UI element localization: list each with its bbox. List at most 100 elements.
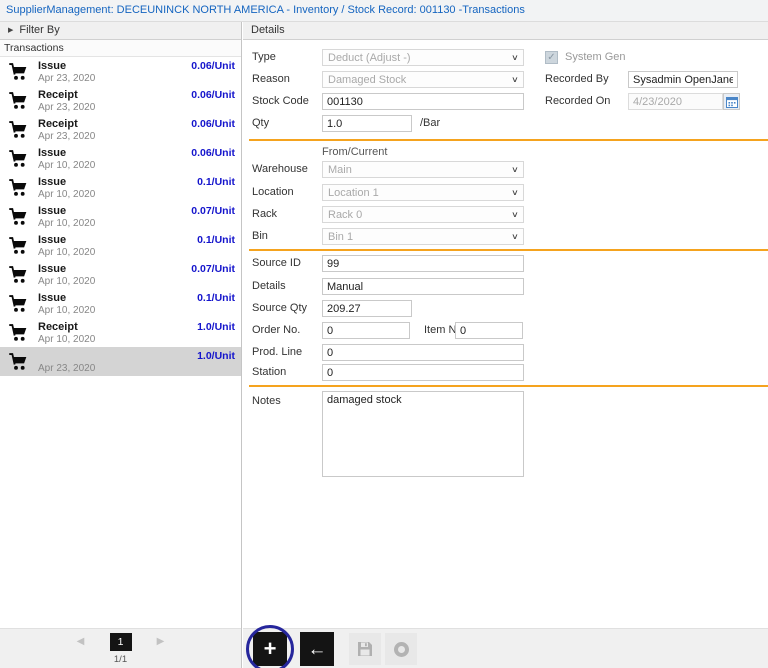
station-input[interactable] xyxy=(322,364,524,381)
recorded-by-input[interactable] xyxy=(628,71,738,88)
list-item[interactable]: Issue Apr 10, 2020 0.1/Unit xyxy=(0,173,241,202)
reason-select[interactable]: Damaged Stock ∨ xyxy=(322,71,524,88)
list-item[interactable]: Issue Apr 10, 2020 0.07/Unit xyxy=(0,202,241,231)
cart-icon xyxy=(6,120,30,140)
transaction-value: 1.0/Unit xyxy=(197,350,235,362)
transaction-type: Issue xyxy=(38,234,67,247)
details-form: Type Deduct (Adjust -) ∨ ✓ System Gen Re… xyxy=(243,40,768,628)
transaction-value: 0.07/Unit xyxy=(191,263,235,275)
transaction-type: Receipt xyxy=(38,118,78,131)
source-id-label: Source ID xyxy=(252,257,301,269)
bin-select[interactable]: Bin 1 ∨ xyxy=(322,228,524,245)
transaction-value: 0.06/Unit xyxy=(191,147,235,159)
list-item[interactable]: Issue Apr 10, 2020 0.06/Unit xyxy=(0,144,241,173)
calendar-button[interactable] xyxy=(723,93,740,110)
type-select[interactable]: Deduct (Adjust -) ∨ xyxy=(322,49,524,66)
details-field-label: Details xyxy=(252,280,286,292)
recorded-on-input[interactable] xyxy=(628,93,723,110)
details-panel: Details Type Deduct (Adjust -) ∨ ✓ Syste… xyxy=(243,22,768,668)
list-item[interactable]: Receipt Apr 10, 2020 1.0/Unit xyxy=(0,318,241,347)
list-item[interactable]: Issue Apr 10, 2020 0.1/Unit xyxy=(0,231,241,260)
next-page-button[interactable]: ▶ xyxy=(148,633,174,651)
station-label: Station xyxy=(252,366,287,378)
cart-icon xyxy=(6,91,30,111)
source-qty-input[interactable] xyxy=(322,300,412,317)
location-select[interactable]: Location 1 ∨ xyxy=(322,184,524,201)
list-item[interactable]: Receipt Apr 23, 2020 0.06/Unit xyxy=(0,86,241,115)
order-no-input[interactable] xyxy=(322,322,410,339)
back-button[interactable]: ← xyxy=(300,632,334,666)
chevron-down-icon: ∨ xyxy=(511,53,519,62)
expand-triangle-icon: ▶ xyxy=(8,27,14,34)
cart-icon xyxy=(6,323,30,343)
list-item[interactable]: Receipt Apr 23, 2020 0.06/Unit xyxy=(0,115,241,144)
transaction-date: Apr 10, 2020 xyxy=(38,305,96,317)
reason-value: Damaged Stock xyxy=(328,73,407,86)
transaction-type: Receipt xyxy=(38,89,78,102)
transaction-value: 1.0/Unit xyxy=(197,321,235,333)
list-item[interactable]: Issue Apr 10, 2020 0.07/Unit xyxy=(0,260,241,289)
details-input[interactable] xyxy=(322,278,524,295)
warehouse-select[interactable]: Main ∨ xyxy=(322,161,524,178)
transaction-date: Apr 10, 2020 xyxy=(38,247,96,259)
location-value: Location 1 xyxy=(328,186,379,199)
transaction-date: Apr 23, 2020 xyxy=(38,102,96,114)
record-button xyxy=(385,633,417,665)
transaction-value: 0.1/Unit xyxy=(197,234,235,246)
notes-label: Notes xyxy=(252,395,281,407)
transaction-type xyxy=(38,351,197,363)
cart-icon xyxy=(6,62,30,82)
system-gen-label: System Gen xyxy=(565,51,626,63)
list-item[interactable]: Issue Apr 10, 2020 0.1/Unit xyxy=(0,289,241,318)
transaction-date: Apr 10, 2020 xyxy=(38,276,96,288)
chevron-down-icon: ∨ xyxy=(511,232,519,241)
section-divider xyxy=(249,139,768,141)
add-button[interactable]: + xyxy=(253,632,287,666)
location-label: Location xyxy=(252,186,294,198)
transaction-date: Apr 10, 2020 xyxy=(38,218,96,230)
save-icon xyxy=(358,642,372,656)
breadcrumb: SupplierManagement: DECEUNINCK NORTH AME… xyxy=(0,0,768,22)
page-info: 1/1 xyxy=(113,653,128,665)
source-id-input[interactable] xyxy=(322,255,524,272)
item-no-input[interactable] xyxy=(455,322,523,339)
reason-label: Reason xyxy=(252,73,290,85)
type-value: Deduct (Adjust -) xyxy=(328,51,411,64)
bin-label: Bin xyxy=(252,230,268,242)
chevron-down-icon: ∨ xyxy=(511,165,519,174)
filter-by-header[interactable]: ▶ Filter By xyxy=(0,22,241,40)
rack-select[interactable]: Rack 0 ∨ xyxy=(322,206,524,223)
stock-code-input[interactable] xyxy=(322,93,524,110)
system-gen-checkbox[interactable]: ✓ xyxy=(545,51,558,64)
warehouse-value: Main xyxy=(328,163,352,176)
current-page[interactable]: 1 xyxy=(109,632,132,651)
cart-icon xyxy=(6,294,30,314)
notes-textarea[interactable]: damaged stock xyxy=(322,391,524,477)
transaction-type: Issue xyxy=(38,205,67,218)
transaction-list: Issue Apr 23, 2020 0.06/Unit Receipt Apr… xyxy=(0,57,241,628)
transaction-value: 0.1/Unit xyxy=(197,292,235,304)
cart-icon xyxy=(6,265,30,285)
transaction-date: Apr 23, 2020 xyxy=(38,131,96,143)
cart-icon xyxy=(6,178,30,198)
source-qty-label: Source Qty xyxy=(252,302,308,314)
prod-line-input[interactable] xyxy=(322,344,524,361)
list-item[interactable]: Issue Apr 23, 2020 0.06/Unit xyxy=(0,57,241,86)
cart-icon xyxy=(6,236,30,256)
qty-input[interactable] xyxy=(322,115,412,132)
qty-unit-label: /Bar xyxy=(420,117,441,129)
transaction-value: 0.06/Unit xyxy=(191,118,235,130)
toolbar: + ← xyxy=(243,625,768,668)
transaction-value: 0.1/Unit xyxy=(197,176,235,188)
pagination: ◀ 1 ▶ 1/1 xyxy=(0,628,241,668)
calendar-icon xyxy=(725,96,738,108)
qty-label: Qty xyxy=(252,117,270,129)
list-item[interactable]: Apr 23, 2020 1.0/Unit xyxy=(0,347,241,376)
transaction-date: Apr 23, 2020 xyxy=(38,73,96,85)
check-icon: ✓ xyxy=(547,52,556,63)
warehouse-label: Warehouse xyxy=(252,163,308,175)
back-arrow-icon: ← xyxy=(307,638,327,660)
rack-value: Rack 0 xyxy=(328,208,363,221)
prev-page-button[interactable]: ◀ xyxy=(68,633,94,651)
recorded-by-label: Recorded By xyxy=(545,73,609,85)
